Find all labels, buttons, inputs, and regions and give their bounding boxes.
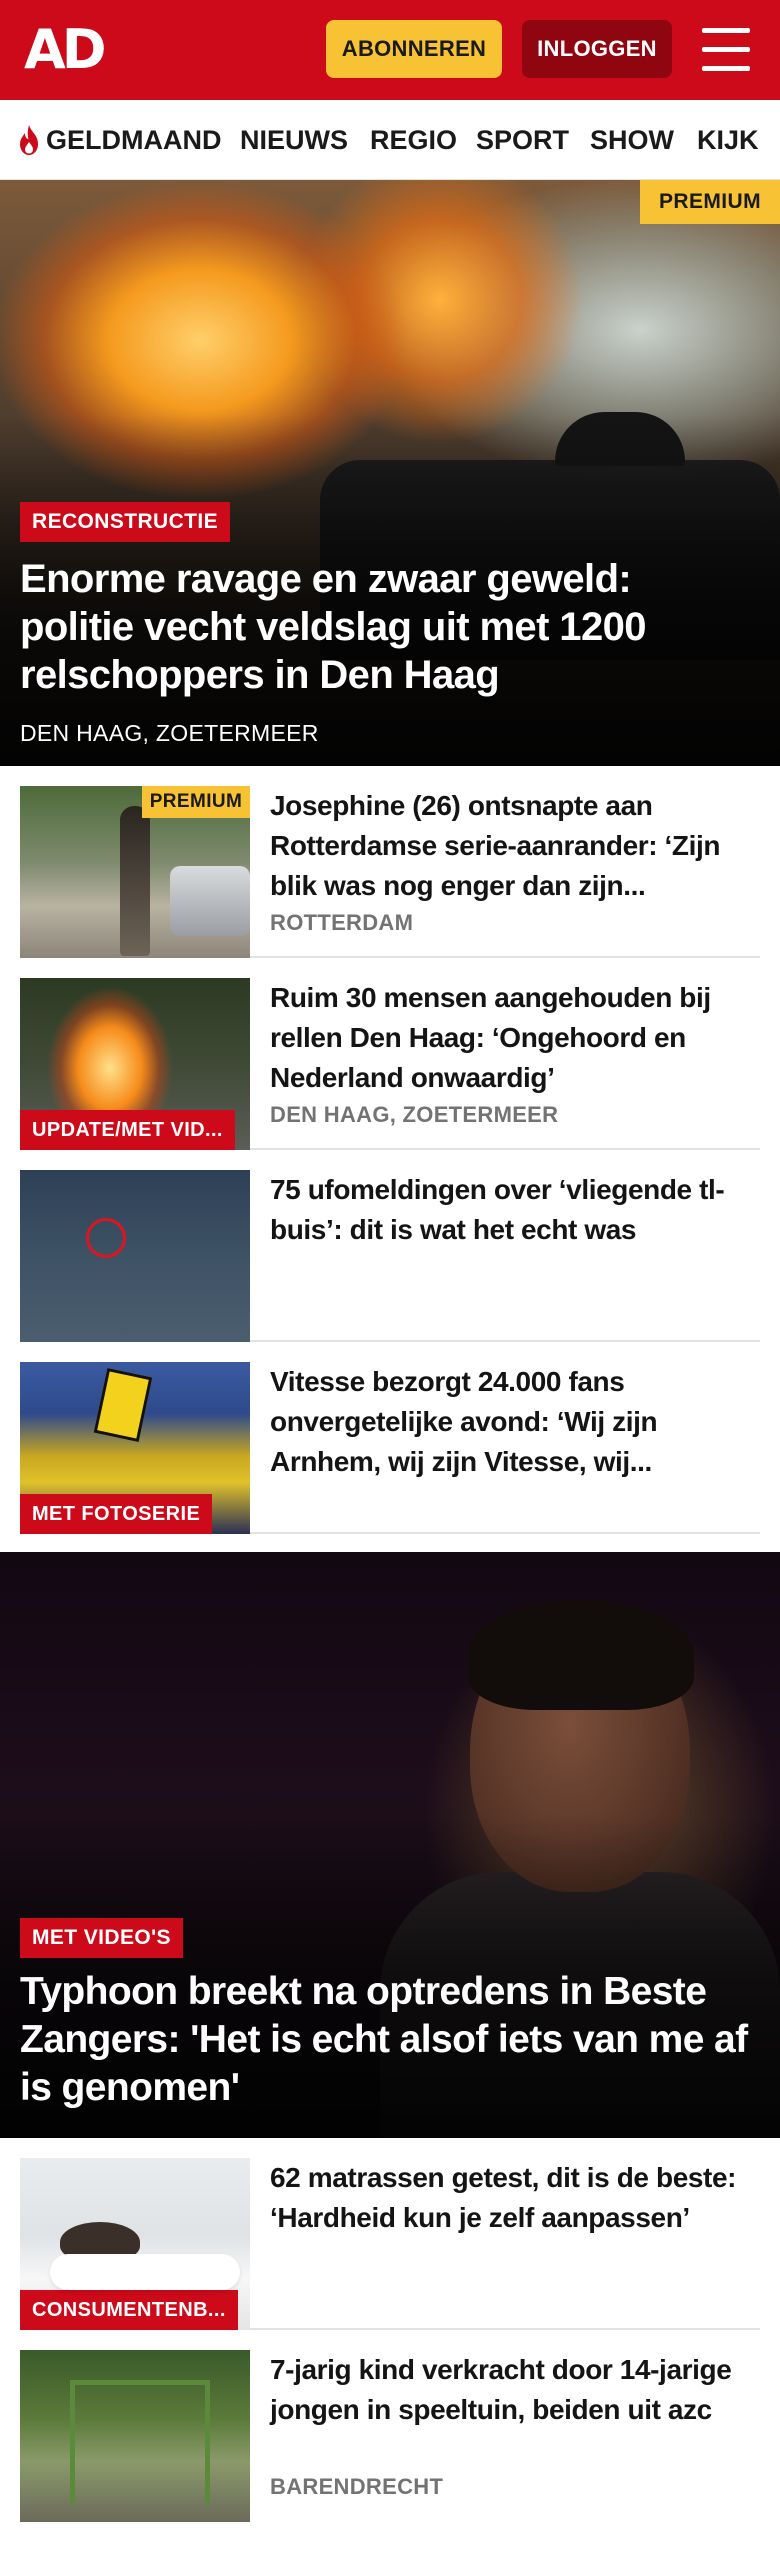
menu-line — [702, 28, 750, 33]
hero-article[interactable]: PREMIUM RECONSTRUCTIE Enorme ravage en z… — [0, 180, 780, 766]
article-location: DEN HAAG, ZOETERMEER — [270, 1102, 559, 1127]
article-headline[interactable]: 7-jarig kind verkracht door 14-jarige jo… — [270, 2350, 750, 2430]
list-item[interactable]: UPDATE/MET VID... Ruim 30 mensen aangeho… — [20, 958, 760, 1150]
nav-item-regio[interactable]: REGIO — [370, 100, 457, 180]
site-logo[interactable]: AD — [24, 22, 107, 78]
nav-item-show[interactable]: SHOW — [590, 100, 674, 180]
list-item[interactable]: 7-jarig kind verkracht door 14-jarige jo… — [20, 2330, 760, 2560]
article-location: ROTTERDAM — [270, 910, 414, 935]
premium-badge: PREMIUM — [142, 786, 250, 818]
nav-item-geldmaand[interactable]: GELDMAAND — [16, 100, 222, 180]
site-header: AD ABONNEREN INLOGGEN — [0, 0, 780, 100]
nav-label: KIJK — [697, 124, 759, 155]
highlight-circle — [86, 1218, 126, 1258]
nav-label: SPORT — [476, 124, 570, 155]
subscribe-button[interactable]: ABONNEREN — [326, 20, 502, 78]
nav-item-sport[interactable]: SPORT — [476, 100, 569, 180]
article-thumbnail: UPDATE/MET VID... — [20, 978, 250, 1150]
nav-label: GELDMAAND — [46, 124, 222, 155]
article-location: BARENDRECHT — [270, 2474, 444, 2499]
nav-label: REGIO — [370, 124, 458, 155]
article-headline[interactable]: Ruim 30 mensen aangehouden bij rellen De… — [270, 978, 750, 1098]
nav-label: NIEUWS — [240, 124, 348, 155]
article-headline[interactable]: Vitesse bezorgt 24.000 fans onvergetelij… — [270, 1362, 750, 1482]
hero-headline[interactable]: Enorme ravage en zwaar geweld: politie v… — [20, 555, 740, 699]
article-thumbnail — [20, 2350, 250, 2522]
login-button[interactable]: INLOGGEN — [522, 20, 672, 78]
list-item[interactable]: CONSUMENTENB... 62 matrassen getest, dit… — [20, 2138, 760, 2330]
hero-location: DEN HAAG, ZOETERMEER — [20, 720, 319, 746]
section-nav: GELDMAAND NIEUWS REGIO SPORT SHOW KIJK — [0, 100, 780, 180]
article-thumbnail: CONSUMENTENB... — [20, 2158, 250, 2330]
article-category-tag: UPDATE/MET VID... — [20, 1110, 235, 1150]
article-headline[interactable]: 62 matrassen getest, dit is de beste: ‘H… — [270, 2158, 750, 2238]
hero-category-tag: RECONSTRUCTIE — [20, 502, 231, 542]
list-item[interactable]: 75 ufomeldingen over ‘vliegende tl-buis’… — [20, 1150, 760, 1342]
article-thumbnail: MET FOTOSERIE — [20, 1362, 250, 1534]
article-category-tag: MET FOTOSERIE — [20, 1494, 213, 1534]
feature-headline[interactable]: Typhoon breekt na optredens in Beste Zan… — [20, 1968, 760, 2112]
menu-line — [702, 66, 750, 71]
feature-category-tag: MET VIDEO'S — [20, 1918, 183, 1958]
article-category-tag: CONSUMENTENB... — [20, 2290, 238, 2330]
menu-line — [702, 47, 750, 52]
premium-badge: PREMIUM — [640, 180, 780, 224]
article-headline[interactable]: Josephine (26) ontsnapte aan Rotterdamse… — [270, 786, 750, 906]
list-item[interactable]: PREMIUM Josephine (26) ontsnapte aan Rot… — [20, 766, 760, 958]
feature-article[interactable]: MET VIDEO'S Typhoon breekt na optredens … — [0, 1552, 780, 2138]
article-thumbnail: PREMIUM — [20, 786, 250, 958]
article-thumbnail — [20, 1170, 250, 1342]
flame-icon — [20, 125, 38, 155]
article-headline[interactable]: 75 ufomeldingen over ‘vliegende tl-buis’… — [270, 1170, 750, 1250]
nav-label: SHOW — [590, 124, 674, 155]
hamburger-menu-icon[interactable] — [700, 28, 752, 72]
list-item[interactable]: MET FOTOSERIE Vitesse bezorgt 24.000 fan… — [20, 1342, 760, 1534]
nav-item-nieuws[interactable]: NIEUWS — [240, 100, 348, 180]
nav-item-kijk[interactable]: KIJK — [697, 100, 759, 180]
